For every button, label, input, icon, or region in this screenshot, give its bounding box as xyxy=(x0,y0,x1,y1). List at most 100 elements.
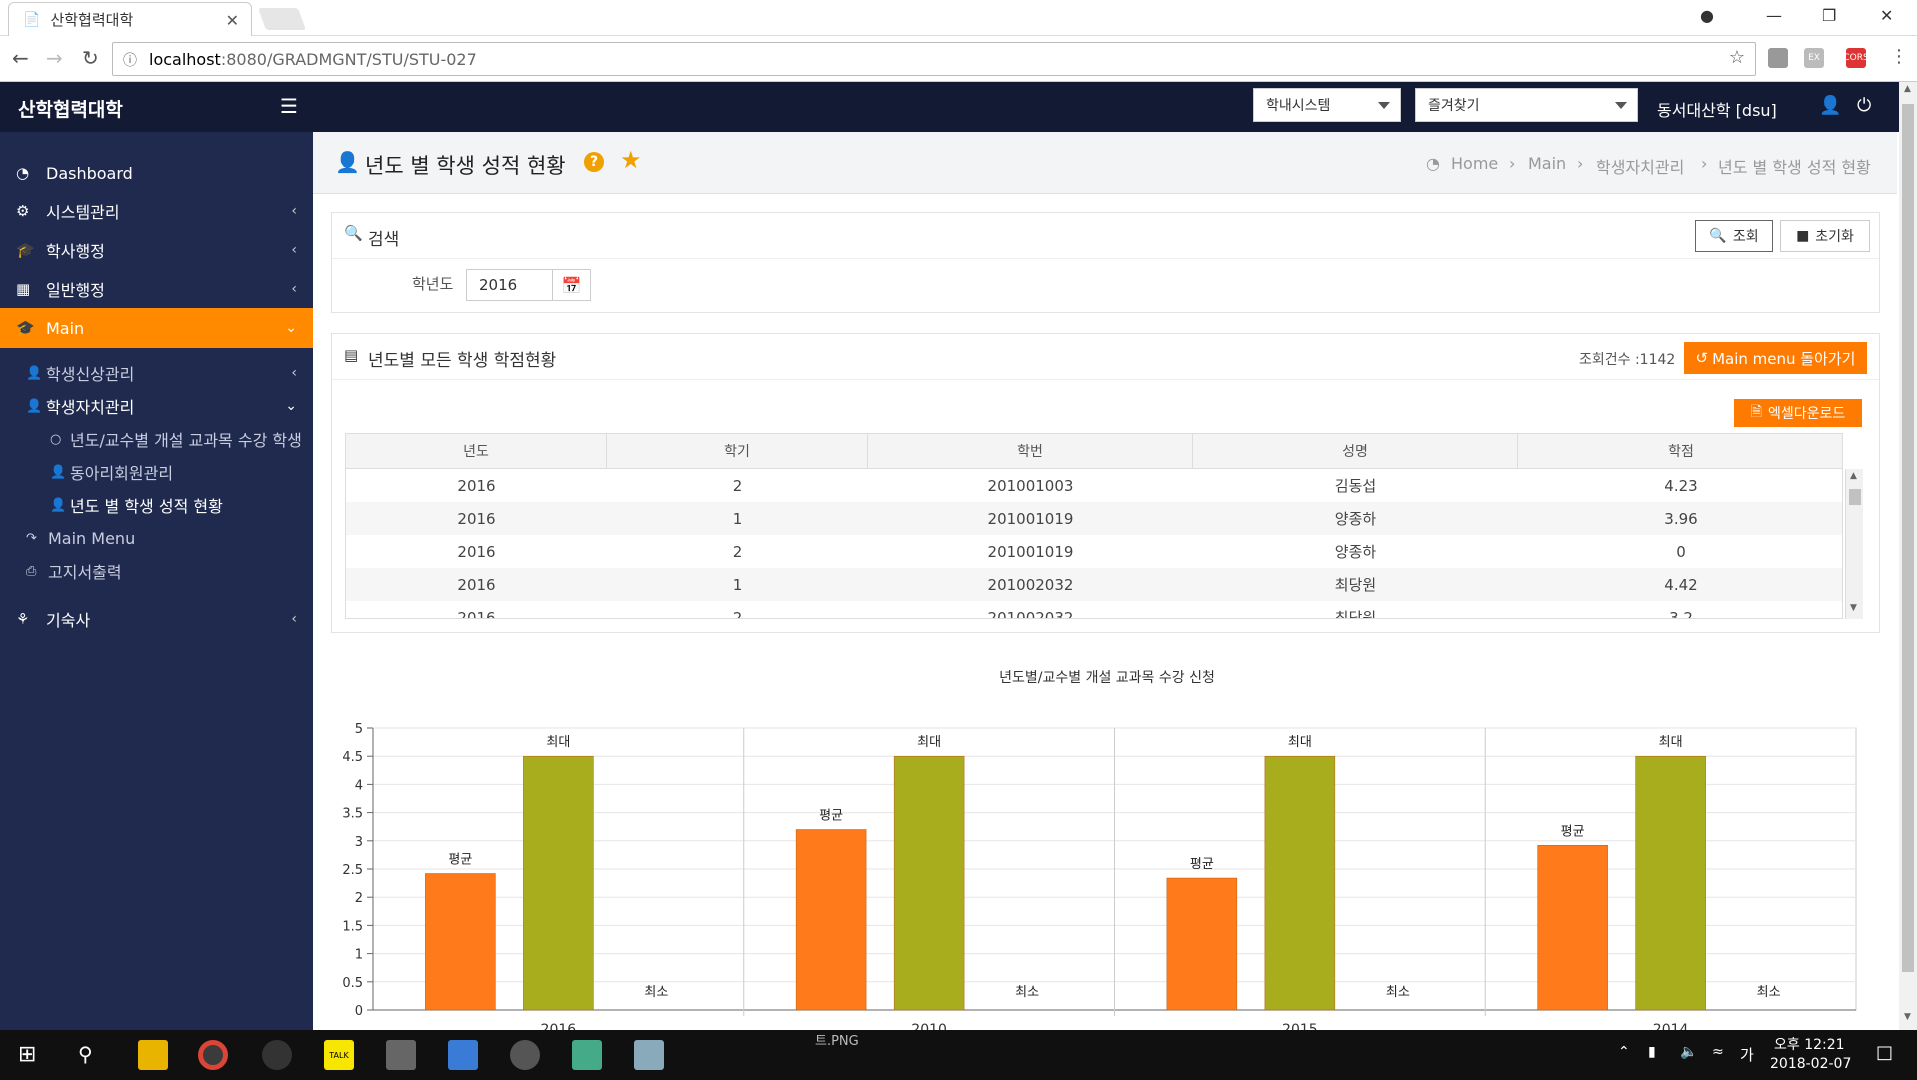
browser-tab[interactable]: 📄 산학협력대학 ✕ xyxy=(8,2,252,36)
sidebar-item-system[interactable]: ⚙ 시스템관리 ‹ xyxy=(0,192,313,230)
sidebar-item-dashboard[interactable]: ◔ Dashboard xyxy=(0,154,313,192)
column-header-grade[interactable]: 학점 xyxy=(1518,434,1844,468)
main-menu-button-label: Main menu 돌아가기 xyxy=(1712,349,1856,368)
notes-app-icon[interactable] xyxy=(634,1040,664,1070)
new-tab-button[interactable] xyxy=(257,8,307,30)
bar-최대-2014[interactable] xyxy=(1635,755,1706,1011)
power-icon[interactable]: ⏻ xyxy=(1857,95,1871,116)
menu-dots-icon[interactable]: ⋮ xyxy=(1890,46,1908,67)
column-header-semester[interactable]: 학기 xyxy=(607,434,868,468)
sidebar-item-academic[interactable]: 🎓 학사행정 ‹ xyxy=(0,231,313,269)
column-header-name[interactable]: 성명 xyxy=(1193,434,1518,468)
star-icon[interactable]: ★ xyxy=(620,146,642,174)
main-menu-button[interactable]: ↺ Main menu 돌아가기 xyxy=(1684,342,1867,374)
sidebar-sub-label: Main Menu xyxy=(48,528,136,548)
sidebar-sub-student-council[interactable]: 👤 학생자치관리 ⌄ xyxy=(0,390,313,422)
search-icon: 🔍 xyxy=(344,224,363,242)
chart-title: 년도별/교수별 개설 교과목 수강 신청 xyxy=(999,670,1215,686)
wifi-icon[interactable]: ≈ xyxy=(1712,1044,1724,1060)
profile-icon[interactable]: ● xyxy=(1700,6,1714,25)
extension-icon[interactable] xyxy=(1768,48,1788,68)
media-app-icon[interactable] xyxy=(572,1040,602,1070)
system-select[interactable]: 학내시스템 xyxy=(1253,88,1401,122)
sidebar-sub-course-students[interactable]: ○ 년도/교수별 개설 교과목 수강 학생 xyxy=(0,423,313,455)
calendar-icon[interactable]: 📅 xyxy=(552,270,590,300)
dashboard-icon: ◔ xyxy=(1426,154,1440,173)
bar-평균-2014[interactable] xyxy=(1537,845,1608,1011)
breadcrumb-student-council[interactable]: 학생자치관리 xyxy=(1596,154,1684,178)
sidebar-item-main[interactable]: 🎓 Main ⌄ xyxy=(0,308,313,348)
close-tab-icon[interactable]: ✕ xyxy=(226,11,239,30)
editor-icon[interactable] xyxy=(448,1040,478,1070)
table-row[interactable]: 2016 2 201002032 최당원 3.2 xyxy=(346,601,1842,619)
table-row[interactable]: 2016 1 201002032 최당원 4.42 xyxy=(346,568,1842,601)
clock-time[interactable]: 오후 12:21 xyxy=(1774,1034,1845,1054)
scroll-up-icon[interactable]: ▲ xyxy=(1850,471,1857,481)
sidebar-item-dormitory[interactable]: ⚘ 기숙사 ‹ xyxy=(0,600,313,638)
reset-button[interactable]: ■ 초기화 xyxy=(1780,220,1870,252)
bar-최대-2016[interactable] xyxy=(523,755,594,1011)
grid-scrollbar[interactable]: ▲ ▼ xyxy=(1845,469,1863,619)
restore-icon[interactable]: ❐ xyxy=(1822,6,1836,25)
back-icon[interactable]: ← xyxy=(12,46,29,70)
table-row[interactable]: 2016 2 201001003 김동섭 4.23 xyxy=(346,469,1842,502)
cell-semester: 2 xyxy=(732,542,743,561)
extension-ex-icon[interactable]: EX xyxy=(1804,48,1824,68)
extension-cors-icon[interactable]: CORS xyxy=(1843,48,1869,68)
bar-평균-2010[interactable] xyxy=(795,829,867,1011)
sidebar-item-general[interactable]: ▦ 일반행정 ‹ xyxy=(0,270,313,308)
file-explorer-icon[interactable] xyxy=(138,1040,168,1070)
sidebar-sub-club-members[interactable]: 👤 동아리회원관리 xyxy=(0,456,313,488)
breadcrumb-main[interactable]: Main xyxy=(1528,154,1566,173)
sidebar-sub-student-info[interactable]: 👤 학생신상관리 ‹ xyxy=(0,357,313,389)
chrome-icon[interactable] xyxy=(198,1040,228,1070)
windows-start-icon[interactable]: ⊞ xyxy=(18,1042,36,1067)
settings-app-icon[interactable] xyxy=(510,1040,540,1070)
clock-date[interactable]: 2018-02-07 xyxy=(1770,1056,1851,1072)
year-input[interactable]: 2016 📅 xyxy=(466,269,591,301)
bar-평균-2015[interactable] xyxy=(1166,877,1238,1011)
user-icon[interactable]: 👤 xyxy=(1819,95,1841,116)
page-scrollbar[interactable]: ▲ ▼ xyxy=(1899,82,1917,1030)
column-header-year[interactable]: 년도 xyxy=(346,434,607,468)
sidebar-sub-main-menu[interactable]: ↷ Main Menu xyxy=(0,522,313,554)
excel-download-button[interactable]: 🗎 엑셀다운로드 xyxy=(1734,399,1862,427)
breadcrumb-current: 년도 별 학생 성적 현황 xyxy=(1718,158,1871,177)
url-input[interactable]: ⓘ localhost:8080/GRADMGNT/STU/STU-027 ☆ xyxy=(112,42,1756,76)
search-icon[interactable]: ⚲ xyxy=(78,1042,93,1066)
bar-최대-2015[interactable] xyxy=(1264,755,1336,1011)
reload-icon[interactable]: ↻ xyxy=(82,46,99,70)
tray-chevron-icon[interactable]: ⌃ xyxy=(1618,1044,1630,1060)
bar-평균-2016[interactable] xyxy=(425,873,496,1011)
scroll-down-icon[interactable]: ▼ xyxy=(1904,1012,1911,1022)
scroll-up-icon[interactable]: ▲ xyxy=(1904,84,1911,94)
search-button[interactable]: 🔍 조회 xyxy=(1695,220,1773,252)
column-header-student-id[interactable]: 학번 xyxy=(868,434,1193,468)
volume-icon[interactable]: 🔈 xyxy=(1680,1044,1697,1060)
help-icon[interactable]: ? xyxy=(584,152,604,172)
forward-icon[interactable]: → xyxy=(46,46,63,70)
close-window-icon[interactable]: ✕ xyxy=(1880,6,1893,25)
grid-scroll-thumb[interactable] xyxy=(1849,489,1861,505)
ime-indicator[interactable]: 가 xyxy=(1740,1044,1754,1065)
sidebar-sub-grades-by-year[interactable]: 👤 년도 별 학생 성적 현황 xyxy=(0,489,313,521)
sidebar-sub-bill-print[interactable]: ⎙ 고지서출력 xyxy=(0,555,313,587)
notification-icon[interactable]: □ xyxy=(1876,1042,1893,1063)
app-icon[interactable] xyxy=(386,1040,416,1070)
table-row[interactable]: 2016 2 201001019 양종하 0 xyxy=(346,535,1842,568)
search-panel-header: 🔍 검색 🔍 조회 ■ 초기화 xyxy=(332,213,1879,259)
scroll-down-icon[interactable]: ▼ xyxy=(1850,603,1857,613)
minimize-icon[interactable]: — xyxy=(1766,6,1782,25)
breadcrumb-home[interactable]: Home xyxy=(1451,154,1498,173)
cell-semester: 2 xyxy=(732,608,743,619)
kakaotalk-icon[interactable]: TALK xyxy=(324,1040,354,1070)
bar-최대-2010[interactable] xyxy=(893,755,965,1011)
battery-icon[interactable]: ▮ xyxy=(1648,1044,1656,1060)
app-globe-icon[interactable] xyxy=(262,1040,292,1070)
page-scroll-thumb[interactable] xyxy=(1902,104,1914,972)
sidebar-item-label: 일반행정 xyxy=(46,281,105,300)
bookmark-star-icon[interactable]: ☆ xyxy=(1729,47,1745,68)
table-row[interactable]: 2016 1 201001019 양종하 3.96 xyxy=(346,502,1842,535)
hamburger-icon[interactable]: ☰ xyxy=(280,94,298,118)
favorites-select[interactable]: 즐겨찾기 xyxy=(1415,88,1638,122)
